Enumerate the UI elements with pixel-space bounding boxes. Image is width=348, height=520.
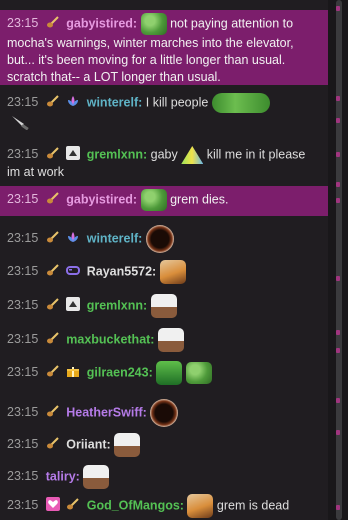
chat-message: 23:15 HeatherSwiff: [0,396,328,430]
guitar-icon [46,230,60,244]
screaming-emote [187,494,214,518]
chat-message: 23:15 gabyistired: grem dies. [0,186,328,216]
highlight-marker [336,398,340,403]
message-text: I kill people [145,95,209,110]
message-text: gaby [150,147,178,162]
guitar-icon [46,331,60,345]
chat-message: 23:15 gremlxnn: [0,291,328,321]
chat-message: 23:15 taliry: [0,462,328,492]
username[interactable]: maxbuckethat: [66,332,154,346]
chat-message: 23:15 gabyistired: not paying attention … [0,10,328,85]
scrollbar[interactable] [328,0,348,520]
timestamp: 23:15 [7,95,39,110]
guitar-icon [46,146,60,160]
chat-message: 23:15 winterelf: [0,222,328,256]
highlight-marker [336,430,340,435]
highlight-marker [336,330,340,335]
pepe-emote [140,189,167,211]
highlight-marker [336,198,340,203]
highlight-marker [336,348,340,353]
chat-message: 23:15 maxbuckethat: [0,325,328,355]
timestamp: 23:15 [7,469,39,484]
highlight-marker [336,182,340,187]
timestamp: 23:15 [7,332,39,347]
username[interactable]: winterelf: [87,95,143,109]
chat-message: 23:15 God_OfMangos: grem is dead [0,491,328,520]
heart-icon [45,497,60,512]
timestamp: 23:15 [7,498,39,513]
highlight-marker [336,276,340,281]
highlight-marker [336,6,340,11]
guitar-icon [46,404,60,418]
timestamp: 23:15 [7,264,39,279]
timestamp: 23:15 [7,147,39,162]
man-emote [83,465,110,489]
triangle-icon [66,146,81,161]
triangle-icon [66,297,81,312]
guitar-icon [46,94,60,108]
highlight-marker [336,152,340,157]
guitar-icon [46,191,60,205]
chat-message: 23:15 winterelf: I kill people [0,90,328,116]
guitar-icon [46,364,60,378]
man-emote [114,433,141,457]
pepe-hood-emote [156,361,183,385]
username[interactable]: gabyistired: [66,16,137,30]
guitar-icon [66,497,80,511]
username[interactable]: gilraen243: [87,365,153,379]
username[interactable]: Oriiant: [66,437,110,451]
pepe-lying-emote [211,93,270,113]
username[interactable]: Rayan5572: [87,264,157,278]
chat-message: 23:15 gilraen243: [0,358,328,388]
chat-message: 23:15 Oriiant: [0,430,328,460]
highlight-marker [336,505,340,510]
lotus-icon [66,94,80,108]
chat-message: 23:15 Rayan5572: [0,257,328,287]
pepe-emote [185,362,212,384]
highlight-marker [336,96,340,101]
username[interactable]: winterelf: [87,231,143,245]
username[interactable]: God_OfMangos: [87,498,184,512]
username[interactable]: gremlxnn: [87,147,147,161]
username[interactable]: HeatherSwiff: [66,405,147,419]
guitar-icon [46,297,60,311]
guitar-icon [46,263,60,277]
lotus-icon [66,230,80,244]
message-text: grem dies. [170,192,229,207]
man-emote [157,328,184,352]
timestamp: 23:15 [7,365,39,380]
party-cone-emote [181,146,204,164]
highlight-marker [336,118,340,123]
username[interactable]: gabyistired: [66,192,137,206]
timestamp: 23:15 [7,192,39,207]
pepe-emote [140,13,167,35]
timestamp: 23:15 [7,405,39,420]
gamepad-icon [66,263,81,277]
hole-emote [150,399,179,427]
guitar-icon [46,436,60,450]
timestamp: 23:15 [7,437,39,452]
gift-icon [66,364,80,378]
timestamp: 23:15 [7,16,39,31]
timestamp: 23:15 [7,298,39,313]
username[interactable]: gremlxnn: [87,298,147,312]
timestamp: 23:15 [7,231,39,246]
scrollbar-thumb[interactable] [336,0,342,520]
knife-icon [12,116,29,130]
username[interactable]: taliry: [46,469,80,483]
chat-panel: 23:15 gabyistired: not paying attention … [0,0,348,520]
chat-message: 23:15 gremlxnn: gaby kill me in it pleas… [0,143,328,184]
guitar-icon [46,15,60,29]
message-text: grem is dead [216,498,290,513]
man-emote [150,294,177,318]
hole-emote [145,225,174,253]
screaming-emote [159,260,186,284]
